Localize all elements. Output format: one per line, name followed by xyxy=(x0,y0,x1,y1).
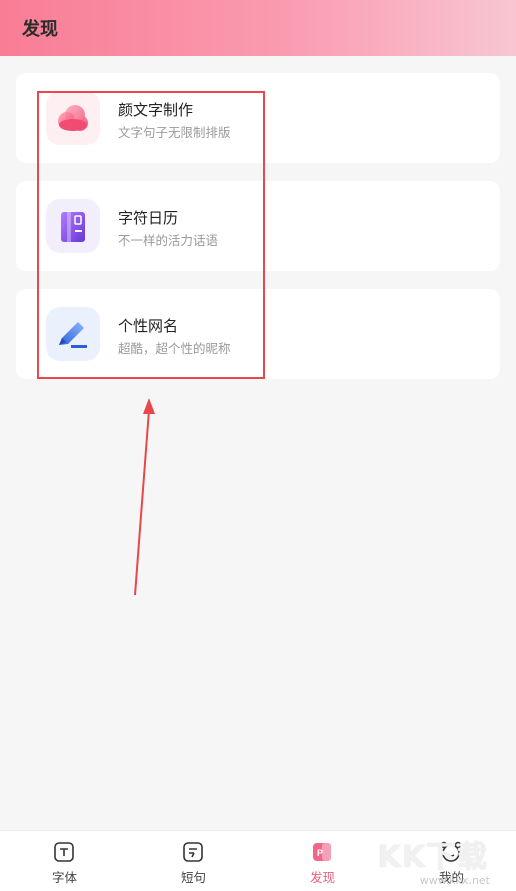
card-subtitle: 超酷，超个性的昵称 xyxy=(118,341,231,356)
card-character-calendar[interactable]: 字符日历 不一样的活力话语 xyxy=(16,181,500,271)
card-nickname[interactable]: 个性网名 超酷，超个性的昵称 xyxy=(16,289,500,379)
tab-label: 字体 xyxy=(51,870,77,885)
tab-label: 发现 xyxy=(309,870,335,885)
cloud-bubble-icon xyxy=(46,91,100,145)
svg-text:P: P xyxy=(317,848,323,858)
top-bar: 发现 xyxy=(0,0,516,56)
tab-font[interactable]: 字体 xyxy=(0,831,129,891)
card-title: 个性网名 xyxy=(118,317,179,335)
card-title: 颜文字制作 xyxy=(118,101,194,119)
watermark-logo: KK下载 xyxy=(377,840,488,875)
card-subtitle: 文字句子无限制排版 xyxy=(118,125,231,140)
card-emoticon-maker[interactable]: 颜文字制作 文字句子无限制排版 xyxy=(16,73,500,163)
calendar-book-icon xyxy=(46,199,100,253)
font-icon xyxy=(54,842,74,862)
tab-discover[interactable]: P 发现 xyxy=(258,831,387,891)
tab-short-sentence[interactable]: 短句 xyxy=(129,831,258,891)
tab-label: 短句 xyxy=(180,870,206,885)
note-icon xyxy=(183,842,203,862)
card-title: 字符日历 xyxy=(118,209,179,227)
discover-icon: P xyxy=(313,843,331,861)
watermark-url: www.kkx.net xyxy=(419,874,490,887)
pen-icon xyxy=(46,307,100,361)
card-subtitle: 不一样的活力话语 xyxy=(118,233,219,248)
page-title: 发现 xyxy=(22,19,58,40)
